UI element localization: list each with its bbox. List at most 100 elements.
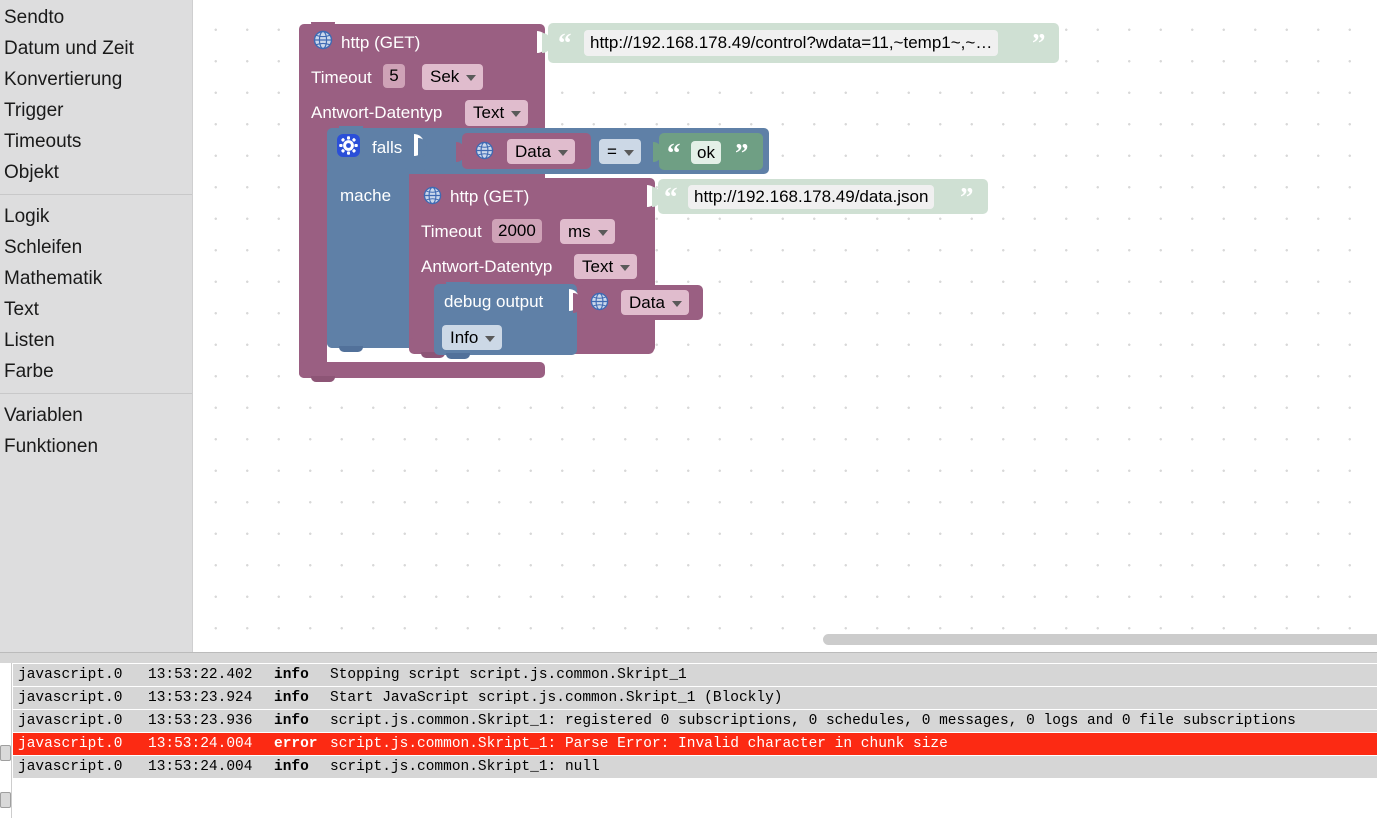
log-message: Stopping script script.js.common.Skript_…: [325, 664, 1377, 687]
chevron-down-icon: [485, 335, 496, 342]
log-severity: info: [269, 710, 325, 733]
log-severity: info: [269, 756, 325, 779]
log-table: javascript.0 13:53:22.402 info Stopping …: [13, 664, 1377, 779]
chevron-down-icon: [597, 229, 608, 236]
toolbox-item-konvertierung[interactable]: Konvertierung: [0, 64, 192, 95]
if-block-bottom-notch: [339, 346, 363, 352]
log-source: javascript.0: [13, 664, 143, 687]
table-row[interactable]: javascript.0 13:53:23.936 info script.js…: [13, 710, 1377, 733]
if-block-do-label: mache: [340, 186, 392, 205]
log-time: 13:53:24.004: [143, 733, 269, 756]
toolbox-item-datum-und-zeit[interactable]: Datum und Zeit: [0, 33, 192, 64]
text-ok-input[interactable]: ok: [691, 141, 721, 164]
log-scroll-up-button[interactable]: [0, 745, 11, 761]
table-row[interactable]: javascript.0 13:53:23.924 info Start Jav…: [13, 687, 1377, 710]
condition-data-dropdown[interactable]: Data: [507, 139, 575, 164]
quote-close-icon: ”: [1032, 28, 1046, 58]
toolbox-item-schleifen[interactable]: Schleifen: [0, 232, 192, 263]
globe-icon: [590, 292, 609, 316]
outer-http-responsetype-dropdown[interactable]: Text: [465, 100, 529, 126]
toolbox-item-funktionen[interactable]: Funktionen: [0, 431, 192, 462]
inner-url-text-input[interactable]: http://192.168.178.49/data.json: [688, 185, 935, 209]
outer-http-responsetype-label: Antwort-Datentyp: [311, 103, 443, 122]
chevron-down-icon: [623, 149, 634, 156]
toolbox-item-sendto[interactable]: Sendto: [0, 2, 192, 33]
globe-icon: [423, 186, 442, 210]
outer-http-top-notch: [311, 22, 335, 28]
inner-http-timeout-unit-dropdown[interactable]: ms: [560, 219, 615, 244]
toolbox-item-mathematik[interactable]: Mathematik: [0, 263, 192, 294]
condition-data-value: Data: [515, 141, 551, 161]
blockly-toolbox: Sendto Datum und Zeit Konvertierung Trig…: [0, 0, 193, 652]
toolbox-item-farbe[interactable]: Farbe: [0, 356, 192, 387]
comparison-operator-value: =: [607, 141, 617, 161]
inner-http-timeout-input[interactable]: 2000: [492, 219, 542, 243]
outer-url-text-input[interactable]: http://192.168.178.49/control?wdata=11,~…: [584, 30, 999, 56]
quote-close-icon: ”: [960, 182, 974, 212]
blockly-editor-page: Sendto Datum und Zeit Konvertierung Trig…: [0, 0, 1377, 818]
log-time: 13:53:23.936: [143, 710, 269, 733]
inner-http-responsetype-label: Antwort-Datentyp: [421, 257, 553, 276]
gear-icon[interactable]: [337, 134, 360, 162]
outer-http-title: http (GET): [341, 33, 421, 52]
outer-http-responsetype-value: Text: [473, 103, 505, 122]
log-source: javascript.0: [13, 710, 143, 733]
chevron-down-icon: [557, 149, 568, 156]
toolbox-item-trigger[interactable]: Trigger: [0, 95, 192, 126]
toolbox-item-text[interactable]: Text: [0, 294, 192, 325]
toolbox-divider-2: [0, 393, 192, 394]
toolbox-item-variablen[interactable]: Variablen: [0, 400, 192, 431]
inner-http-top-notch: [421, 176, 445, 182]
if-block-label: falls: [372, 138, 403, 157]
if-block-top-notch: [339, 126, 363, 132]
toolbox-item-objekt[interactable]: Objekt: [0, 157, 192, 188]
globe-icon: [313, 30, 333, 55]
table-row-error[interactable]: javascript.0 13:53:24.004 error script.j…: [13, 733, 1377, 756]
table-row[interactable]: javascript.0 13:53:24.004 info script.js…: [13, 756, 1377, 779]
quote-open-icon: “: [667, 138, 681, 168]
blockly-workspace-canvas[interactable]: http (GET) Timeout 5 Sek Antwort-Datenty…: [194, 0, 1377, 652]
chevron-down-icon: [511, 111, 522, 117]
quote-open-icon: “: [664, 182, 678, 212]
inner-http-responsetype-dropdown[interactable]: Text: [574, 254, 638, 279]
outer-http-bottom-notch: [311, 376, 335, 382]
outer-http-timeout-unit-value: Sek: [430, 67, 460, 86]
debug-severity-dropdown[interactable]: Info: [442, 325, 503, 350]
inner-http-timeout-unit-value: ms: [568, 221, 591, 241]
log-scroll-down-button[interactable]: [0, 792, 11, 808]
table-row[interactable]: javascript.0 13:53:22.402 info Stopping …: [13, 664, 1377, 687]
log-source: javascript.0: [13, 733, 143, 756]
log-message: script.js.common.Skript_1: null: [325, 756, 1377, 779]
log-time: 13:53:23.924: [143, 687, 269, 710]
log-severity: info: [269, 687, 325, 710]
log-panel-topbar: [0, 653, 1377, 663]
comparison-operator-dropdown[interactable]: =: [599, 139, 641, 164]
log-vertical-scrollbar[interactable]: [0, 663, 12, 818]
log-time: 13:53:24.004: [143, 756, 269, 779]
log-severity: info: [269, 664, 325, 687]
quote-close-icon: ”: [735, 138, 749, 168]
outer-http-left-spine: [299, 190, 327, 378]
chevron-down-icon: [671, 300, 682, 307]
outer-http-timeout-label: Timeout: [311, 68, 372, 87]
log-message: Start JavaScript script.js.common.Skript…: [325, 687, 1377, 710]
toolbox-item-timeouts[interactable]: Timeouts: [0, 126, 192, 157]
chevron-down-icon: [466, 75, 477, 81]
toolbox-item-logik[interactable]: Logik: [0, 201, 192, 232]
debug-data-dropdown[interactable]: Data: [621, 290, 689, 315]
inner-http-responsetype-value: Text: [582, 256, 614, 276]
log-source: javascript.0: [13, 756, 143, 779]
outer-http-timeout-input[interactable]: 5: [383, 64, 405, 88]
inner-http-timeout-label: Timeout: [421, 222, 482, 241]
log-panel: javascript.0 13:53:22.402 info Stopping …: [0, 652, 1377, 818]
log-message: script.js.common.Skript_1: Parse Error: …: [325, 733, 1377, 756]
outer-http-timeout-unit-dropdown[interactable]: Sek: [422, 64, 484, 90]
debug-data-value: Data: [629, 292, 665, 312]
toolbox-divider-1: [0, 194, 192, 195]
toolbox-item-listen[interactable]: Listen: [0, 325, 192, 356]
workspace-horizontal-scrollbar[interactable]: [823, 634, 1377, 645]
debug-output-bottom-notch: [446, 353, 470, 359]
log-message: script.js.common.Skript_1: registered 0 …: [325, 710, 1377, 733]
log-time: 13:53:22.402: [143, 664, 269, 687]
log-severity: error: [269, 733, 325, 756]
